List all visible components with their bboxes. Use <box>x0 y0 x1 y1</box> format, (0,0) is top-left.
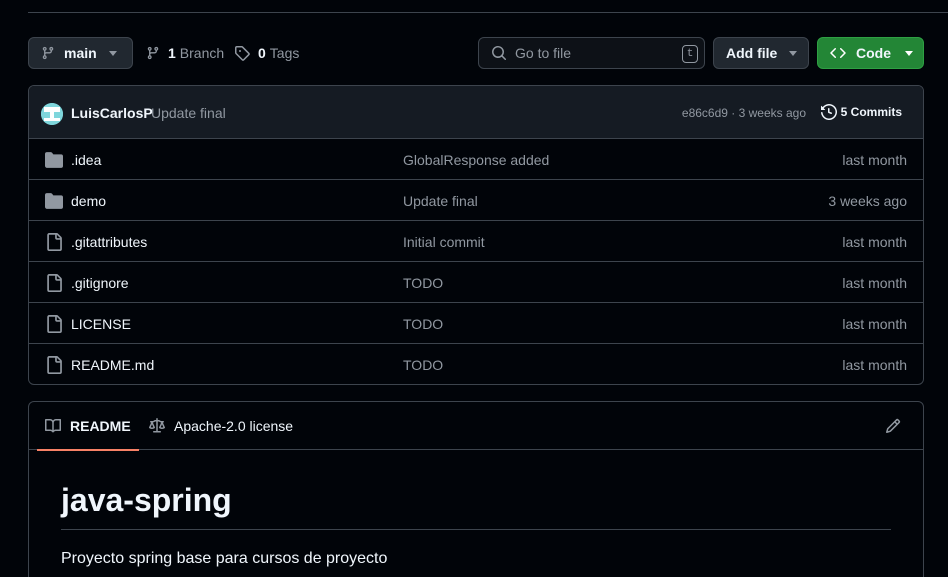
file-commit-message[interactable]: GlobalResponse added <box>403 152 549 168</box>
history-icon <box>820 104 837 120</box>
readme-content: java-spring Proyecto spring base para cu… <box>29 450 923 577</box>
file-browser: LuisCarlosP Update final e86c6d9 · 3 wee… <box>28 85 924 385</box>
file-row[interactable]: .gitattributes Initial commit last month <box>29 221 923 262</box>
add-file-label: Add file <box>726 45 778 61</box>
book-icon <box>45 418 61 433</box>
tab-license-label: Apache-2.0 license <box>174 418 294 434</box>
file-commit-date: last month <box>842 316 907 332</box>
file-commit-date: last month <box>842 275 907 291</box>
avatar-image <box>41 103 63 125</box>
file-row[interactable]: README.md TODO last month <box>29 344 923 384</box>
search-input[interactable] <box>515 45 665 61</box>
branch-name: main <box>64 45 97 61</box>
branch-count: 1 <box>168 45 176 61</box>
header-divider <box>28 12 948 13</box>
latest-commit-bar: LuisCarlosP Update final e86c6d9 · 3 wee… <box>29 86 923 139</box>
file-commit-date: 3 weeks ago <box>828 193 907 209</box>
tag-count: 0 <box>258 45 266 61</box>
file-commit-message[interactable]: Update final <box>403 193 478 209</box>
commit-hash-time[interactable]: e86c6d9 · 3 weeks ago <box>682 106 806 120</box>
tab-readme-label: README <box>70 418 131 434</box>
code-button[interactable]: Code <box>817 37 924 69</box>
file-commit-date: last month <box>842 234 907 250</box>
tab-readme[interactable]: README <box>37 402 139 451</box>
go-to-file-search[interactable]: t <box>478 37 705 69</box>
branches-link[interactable]: 1 Branch <box>146 37 224 69</box>
tags-link[interactable]: 0 Tags <box>234 37 299 69</box>
git-branch-icon <box>147 46 159 60</box>
pencil-icon[interactable] <box>885 418 901 434</box>
code-label: Code <box>856 45 891 61</box>
file-commit-message[interactable]: Initial commit <box>403 234 485 250</box>
chevron-down-icon <box>108 50 117 56</box>
tab-license[interactable]: Apache-2.0 license <box>149 402 293 450</box>
law-scale-icon <box>149 418 165 433</box>
file-icon <box>47 233 62 251</box>
file-row[interactable]: .idea GlobalResponse added last month <box>29 139 923 180</box>
file-row[interactable]: .gitignore TODO last month <box>29 262 923 303</box>
add-file-button[interactable]: Add file <box>713 37 809 69</box>
readme-tabs: README Apache-2.0 license <box>29 402 923 451</box>
file-name[interactable]: .idea <box>71 152 101 168</box>
file-commit-date: last month <box>842 357 907 373</box>
file-commit-message[interactable]: TODO <box>403 316 443 332</box>
commit-message[interactable]: Update final <box>151 105 226 121</box>
file-row[interactable]: LICENSE TODO last month <box>29 303 923 344</box>
readme-title: java-spring <box>61 480 891 530</box>
file-icon <box>47 274 62 292</box>
tag-icon <box>235 46 250 61</box>
avatar[interactable] <box>41 103 63 125</box>
chevron-down-icon <box>905 50 913 56</box>
tag-label: Tags <box>269 45 300 61</box>
repo-toolbar: main 1 Branch 0 Tags t Add file Code <box>28 37 924 69</box>
file-name[interactable]: README.md <box>71 357 154 373</box>
readme-panel: README Apache-2.0 license java-spring Pr… <box>28 401 924 577</box>
file-name[interactable]: LICENSE <box>71 316 131 332</box>
file-name[interactable]: demo <box>71 193 106 209</box>
file-icon <box>47 315 62 333</box>
folder-icon <box>45 193 63 209</box>
code-icon <box>830 47 846 59</box>
file-name[interactable]: .gitattributes <box>71 234 147 250</box>
file-name[interactable]: .gitignore <box>71 275 129 291</box>
file-commit-message[interactable]: TODO <box>403 275 443 291</box>
file-icon <box>47 356 62 374</box>
git-branch-icon <box>42 46 54 60</box>
file-row[interactable]: demo Update final 3 weeks ago <box>29 180 923 221</box>
folder-icon <box>45 152 63 168</box>
commit-author[interactable]: LuisCarlosP <box>71 105 153 121</box>
file-commit-date: last month <box>842 152 907 168</box>
branch-selector-button[interactable]: main <box>28 37 133 69</box>
branch-label: Branch <box>179 45 225 61</box>
readme-description: Proyecto spring base para cursos de proy… <box>61 550 388 567</box>
keyboard-shortcut-hint: t <box>682 45 698 63</box>
chevron-down-icon <box>789 50 798 56</box>
commits-link[interactable]: 5 Commits <box>820 104 902 120</box>
search-icon <box>492 46 507 61</box>
commit-count: 5 Commits <box>840 105 902 119</box>
file-commit-message[interactable]: TODO <box>403 357 443 373</box>
